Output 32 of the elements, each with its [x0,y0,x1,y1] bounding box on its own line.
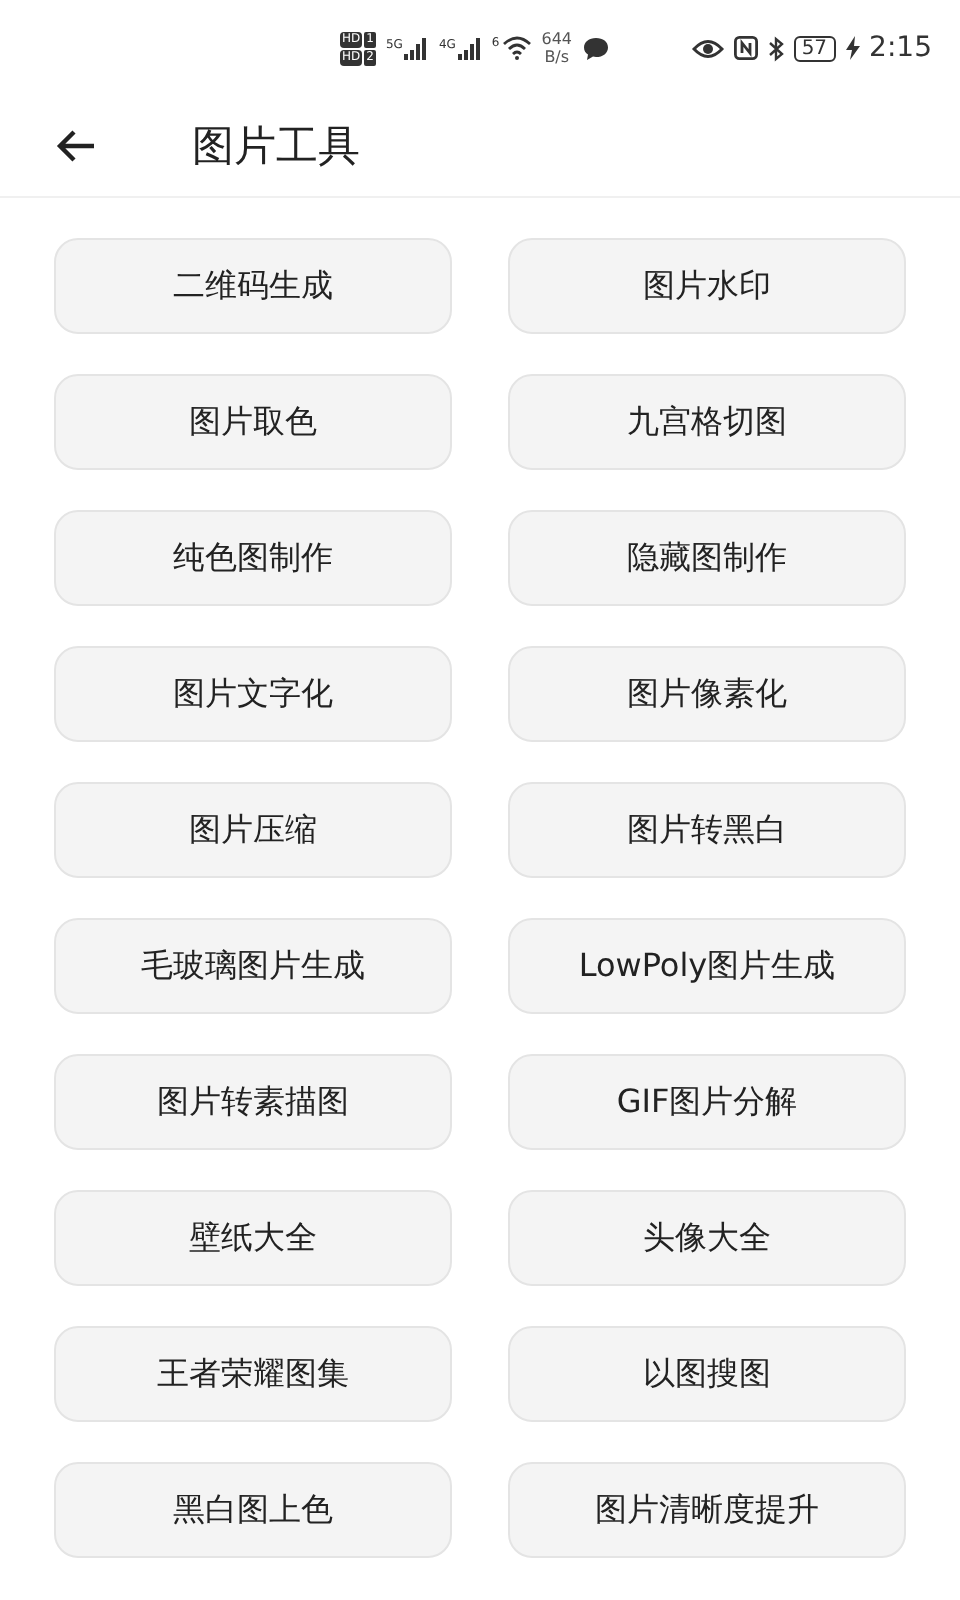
tool-button[interactable]: 毛玻璃图片生成 [54,918,452,1014]
tool-button[interactable]: 二维码生成 [54,238,452,334]
tool-button[interactable]: 图片水印 [508,238,906,334]
signal-icon [404,37,429,59]
tool-button[interactable]: GIF图片分解 [508,1054,906,1150]
tool-button[interactable]: 图片转素描图 [54,1054,452,1150]
tool-button[interactable]: 九宫格切图 [508,374,906,470]
tool-button[interactable]: 图片清晰度提升 [508,1462,906,1558]
tool-button[interactable]: 图片像素化 [508,646,906,742]
tool-button[interactable]: 图片压缩 [54,782,452,878]
tool-button[interactable]: 头像大全 [508,1190,906,1286]
page-title: 图片工具 [192,120,360,174]
tool-button[interactable]: LowPoly图片生成 [508,918,906,1014]
bluetooth-icon [767,35,784,61]
tool-button[interactable]: 图片取色 [54,374,452,470]
clock-time: 2:15 [869,32,932,64]
eye-icon [691,37,724,59]
tool-button[interactable]: 以图搜图 [508,1326,906,1422]
wifi-icon [501,36,532,60]
battery-level: 57 [793,35,836,61]
tool-button[interactable]: 王者荣耀图集 [54,1326,452,1422]
chat-icon [582,35,611,61]
network-speed: 644 [541,30,573,48]
speed-unit: B/s [544,48,570,66]
tool-button[interactable]: 纯色图制作 [54,510,452,606]
signal-icon [457,37,482,59]
nfc-icon [733,36,758,60]
tool-button[interactable]: 黑白图上色 [54,1462,452,1558]
tool-button[interactable]: 图片文字化 [54,646,452,742]
tool-button[interactable]: 隐藏图制作 [508,510,906,606]
tool-button[interactable]: 图片转黑白 [508,782,906,878]
tool-button[interactable]: 壁纸大全 [54,1190,452,1286]
